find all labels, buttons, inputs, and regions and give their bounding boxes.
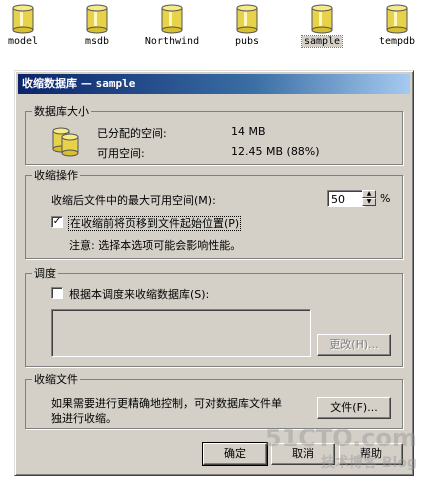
database-size-group: 数据库大小 xyxy=(25,103,403,165)
schedule-label[interactable]: 根据本调度来收缩数据库(S): xyxy=(69,286,209,302)
files-button[interactable]: 文件(F)... xyxy=(317,397,391,419)
cancel-button[interactable]: 取消 xyxy=(271,443,335,465)
schedule-checkbox[interactable] xyxy=(51,287,63,299)
database-label-selected: sample xyxy=(300,35,344,48)
max-free-space-label: 收缩后文件中的最大可用空间(M): xyxy=(51,194,216,207)
database-icon xyxy=(236,4,258,34)
spin-up-icon[interactable]: ▲ xyxy=(362,190,376,198)
change-schedule-button[interactable]: 更改(H)... xyxy=(317,334,391,356)
database-label: model xyxy=(7,36,39,47)
move-pages-label-text: 在收缩前将页移到文件起始位置(P) xyxy=(67,216,242,231)
database-icon xyxy=(311,4,333,34)
performance-note: 注意: 选择本选项可能会影响性能。 xyxy=(69,239,242,252)
database-label: Northwind xyxy=(144,36,200,47)
database-label: tempdb xyxy=(378,36,416,47)
database-icon xyxy=(386,4,408,34)
shrink-database-dialog: 收缩数据库 — sample 数据库大小 已分配的空间: 14 MB 可用空间:… xyxy=(14,70,414,476)
database-item-model[interactable]: model xyxy=(0,0,58,47)
database-icon xyxy=(12,4,34,34)
database-item-tempdb[interactable]: tempdb xyxy=(362,0,427,47)
shrink-operation-legend: 收缩操作 xyxy=(34,169,78,182)
database-item-msdb[interactable]: msdb xyxy=(62,0,132,47)
max-free-space-input[interactable]: 50 xyxy=(327,190,365,207)
percent-sign: % xyxy=(380,192,391,205)
help-button[interactable]: 帮助 xyxy=(339,443,403,465)
schedule-legend: 调度 xyxy=(34,267,56,280)
database-size-legend: 数据库大小 xyxy=(34,105,89,118)
allocated-space-label: 已分配的空间: xyxy=(97,127,167,140)
spin-down-icon[interactable]: ▼ xyxy=(362,198,376,206)
database-icon-strip: model msdb Northwind pubs sample tempdb xyxy=(0,0,427,62)
database-item-pubs[interactable]: pubs xyxy=(212,0,282,47)
database-label: pubs xyxy=(234,36,260,47)
dialog-title-prefix: 收缩数据库 — xyxy=(22,77,96,90)
dialog-title-database: sample xyxy=(95,77,136,90)
dialog-titlebar[interactable]: 收缩数据库 — sample xyxy=(18,74,410,94)
move-pages-label[interactable]: 在收缩前将页移到文件起始位置(P) xyxy=(67,215,242,231)
database-label: msdb xyxy=(84,36,110,47)
database-item-northwind[interactable]: Northwind xyxy=(137,0,207,47)
database-icon xyxy=(161,4,183,34)
database-icon xyxy=(86,4,108,34)
database-size-icon xyxy=(52,127,79,157)
ok-button[interactable]: 确定 xyxy=(202,442,268,466)
move-pages-checkbox[interactable]: ✓ xyxy=(51,216,63,228)
allocated-space-value: 14 MB xyxy=(231,125,266,138)
max-free-space-spinner: ▲ ▼ xyxy=(362,190,376,207)
free-space-value: 12.45 MB (88%) xyxy=(231,145,320,158)
database-item-sample[interactable]: sample xyxy=(287,0,357,48)
shrink-files-description-line1: 如果需要进行更精确地控制，可对数据库文件单 xyxy=(51,397,282,410)
schedule-description-box xyxy=(51,309,311,357)
shrink-files-description-line2: 独进行收缩。 xyxy=(51,412,117,425)
free-space-label: 可用空间: xyxy=(97,147,145,160)
shrink-files-legend: 收缩文件 xyxy=(34,373,78,386)
